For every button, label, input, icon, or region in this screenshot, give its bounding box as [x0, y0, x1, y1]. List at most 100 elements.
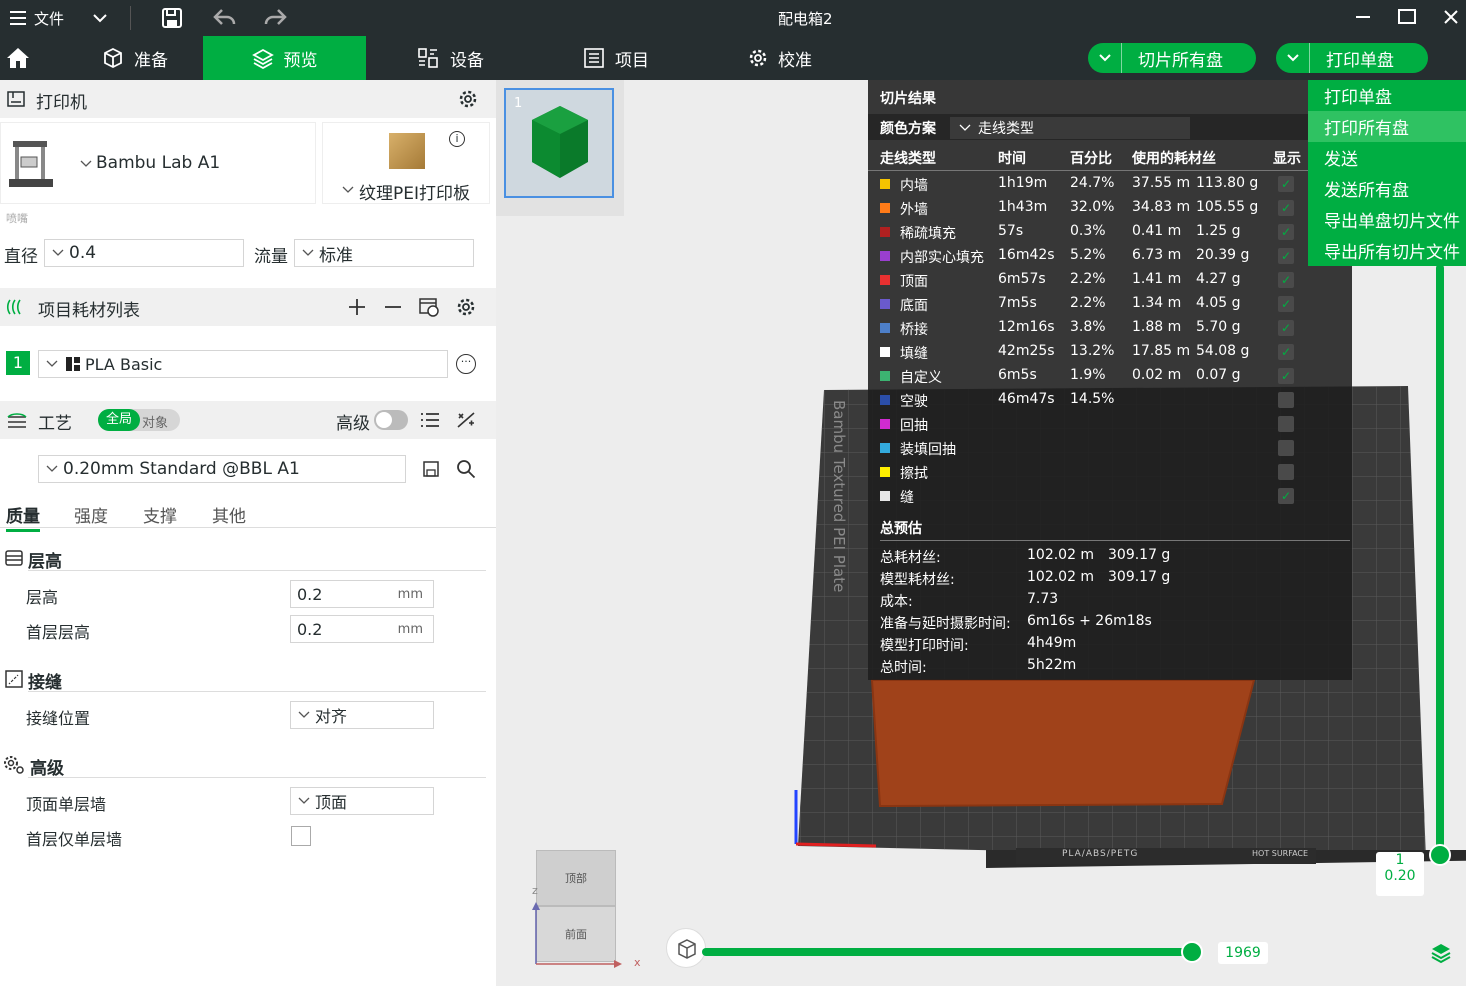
home-button[interactable]: [0, 36, 36, 80]
visibility-checkbox[interactable]: ✓: [1278, 320, 1294, 336]
weight-value: 0.07 g: [1196, 367, 1241, 383]
hamburger-icon[interactable]: [8, 8, 28, 28]
first-layer-label: 首层层高: [26, 623, 91, 642]
advanced-switch[interactable]: [374, 410, 408, 430]
visibility-checkbox[interactable]: ✓: [1278, 344, 1294, 360]
list-icon[interactable]: [420, 411, 440, 429]
minus-icon[interactable]: [384, 298, 402, 316]
chevron-down-icon[interactable]: [1088, 43, 1122, 73]
visibility-checkbox[interactable]: ✓: [1278, 368, 1294, 384]
menu-item[interactable]: 打印单盘: [1308, 80, 1466, 111]
chevron-down-icon[interactable]: [92, 10, 108, 30]
toggle-global[interactable]: 全局: [98, 409, 140, 431]
cube-icon: [104, 47, 122, 69]
summary-value: 7.73: [1027, 591, 1059, 607]
tab-other[interactable]: 其他: [212, 502, 246, 527]
scope-toggle[interactable]: 全局 对象: [98, 409, 180, 431]
visibility-checkbox[interactable]: ✓: [1278, 200, 1294, 216]
result-row: 缝 ✓: [868, 484, 1308, 508]
menu-item[interactable]: 导出所有切片文件: [1308, 235, 1466, 266]
result-row: 桥接 12m16s 3.8% 1.88 m 5.70 g ✓: [868, 316, 1308, 340]
compare-icon[interactable]: [456, 411, 476, 429]
visibility-checkbox[interactable]: ✓: [1278, 488, 1294, 504]
first-layer-input[interactable]: 0.2 mm: [290, 615, 434, 643]
summary-value: 102.02 m: [1027, 547, 1095, 563]
percent-value: 0.3%: [1070, 223, 1106, 239]
slice-all-button[interactable]: 切片所有盘: [1088, 43, 1256, 73]
diameter-select[interactable]: 0.4: [44, 239, 244, 267]
chevron-down-icon[interactable]: [1276, 43, 1310, 73]
visibility-checkbox[interactable]: ✓: [1278, 272, 1294, 288]
printer-selector[interactable]: Bambu Lab A1: [0, 122, 316, 204]
sync-filament-icon[interactable]: [418, 296, 440, 318]
file-menu[interactable]: 文件: [34, 8, 64, 29]
search-icon[interactable]: [456, 459, 476, 479]
process-preset-select[interactable]: 0.20mm Standard @BBL A1: [38, 455, 406, 483]
menu-item[interactable]: 打印所有盘: [1308, 111, 1466, 142]
more-icon[interactable]: ···: [456, 354, 476, 374]
visibility-checkbox[interactable]: [1278, 416, 1294, 432]
gear-icon[interactable]: [458, 89, 478, 109]
visibility-checkbox[interactable]: [1278, 440, 1294, 456]
close-icon[interactable]: [1442, 8, 1460, 30]
move-slider-track[interactable]: [702, 941, 1203, 963]
color-swatch: [880, 299, 890, 309]
col-header: 显示: [1273, 151, 1301, 167]
filament-index-badge[interactable]: 1: [6, 351, 30, 375]
time-value: 57s: [998, 223, 1024, 239]
section-title: 打印机: [36, 93, 87, 113]
time-value: 16m42s: [998, 247, 1055, 263]
tab-support[interactable]: 支撑: [143, 502, 177, 527]
redo-icon[interactable]: [262, 6, 288, 34]
visibility-checkbox[interactable]: [1278, 392, 1294, 408]
color-swatch: [880, 275, 890, 285]
top-single-wall-select[interactable]: 顶面: [290, 787, 434, 815]
plate-thumbnail[interactable]: 1: [504, 88, 614, 198]
summary-row: 准备与延时摄影时间: 6m16s + 26m18s: [868, 610, 1308, 634]
visibility-checkbox[interactable]: ✓: [1278, 248, 1294, 264]
move-slider-thumb[interactable]: [1181, 941, 1203, 963]
toggle-object[interactable]: 对象: [142, 412, 168, 431]
length-value: 1.88 m: [1132, 319, 1182, 335]
visibility-checkbox[interactable]: ✓: [1278, 296, 1294, 312]
gear-icon[interactable]: [456, 297, 476, 317]
filament-select[interactable]: PLA Basic: [38, 350, 448, 378]
visibility-checkbox[interactable]: ✓: [1278, 224, 1294, 240]
save-icon[interactable]: [160, 6, 184, 34]
seam-position-select[interactable]: 对齐: [290, 701, 434, 729]
save-icon[interactable]: [422, 460, 440, 478]
view-reset-button[interactable]: [666, 928, 706, 968]
first-layer-single-wall-checkbox[interactable]: [291, 826, 311, 846]
tab-preview[interactable]: 预览: [203, 36, 366, 80]
layer-slider-thumb[interactable]: [1429, 844, 1451, 866]
seam-position-label: 接缝位置: [26, 709, 91, 728]
flow-select[interactable]: 标准: [294, 239, 474, 267]
color-swatch: [880, 443, 890, 453]
layer-height-input[interactable]: 0.2 mm: [290, 580, 434, 608]
menu-item[interactable]: 发送: [1308, 142, 1466, 173]
tab-prepare[interactable]: 准备: [70, 36, 200, 80]
printer-icon: [7, 91, 25, 107]
color-scheme-select[interactable]: 走线类型: [950, 117, 1190, 139]
visibility-checkbox[interactable]: ✓: [1278, 176, 1294, 192]
info-icon[interactable]: i: [449, 131, 465, 147]
maximize-icon[interactable]: [1398, 9, 1416, 24]
percent-value: 32.0%: [1070, 199, 1115, 215]
print-plate-button[interactable]: 打印单盘: [1276, 43, 1428, 73]
visibility-checkbox[interactable]: [1278, 464, 1294, 480]
tab-strength[interactable]: 强度: [74, 502, 108, 527]
menu-item[interactable]: 发送所有盘: [1308, 173, 1466, 204]
tab-quality[interactable]: 质量: [6, 502, 40, 532]
seam-position-value: 对齐: [315, 707, 348, 726]
chevron-down-icon: [298, 711, 310, 718]
layer-slider-track[interactable]: [1436, 264, 1444, 854]
plus-icon[interactable]: [348, 298, 366, 316]
plate-selector[interactable]: i 纹理PEI打印板: [322, 122, 490, 204]
menu-item[interactable]: 导出单盘切片文件: [1308, 204, 1466, 235]
layers-icon[interactable]: [1430, 942, 1452, 964]
undo-icon[interactable]: [212, 6, 238, 34]
tab-device[interactable]: 设备: [400, 36, 500, 80]
tab-calibration[interactable]: 校准: [730, 36, 830, 80]
tab-project[interactable]: 项目: [566, 36, 666, 80]
minimize-icon[interactable]: [1356, 16, 1370, 18]
